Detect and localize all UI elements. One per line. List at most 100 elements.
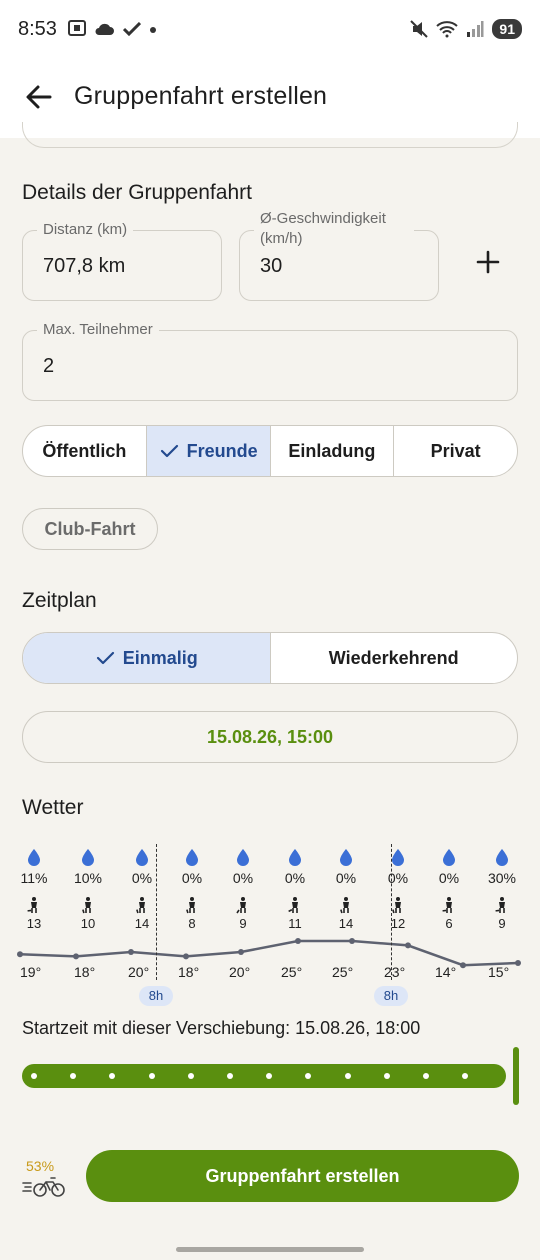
add-icon[interactable] [474,248,502,276]
back-arrow-icon[interactable] [22,80,56,114]
rain-drop-icon [392,849,404,866]
check-icon [122,21,141,37]
wind-speed-value: 11 [288,916,302,931]
previous-field-edge[interactable] [22,122,518,148]
cyclist-wind-icon [186,897,195,914]
schedule-option-recurring[interactable]: Wiederkehrend [269,633,518,683]
precipitation-value: 0% [181,870,203,886]
visibility-option-public[interactable]: Öffentlich [23,426,146,476]
slider-step-dot [227,1073,233,1079]
check-icon [160,444,178,458]
max-participants-label: Max. Teilnehmer [37,321,159,339]
weather-forecast[interactable]: 8h 8h 11% 13 19° 10% 10 18° 0% 14 20° 0% 8 18° 0% 9 20… [0,840,540,1010]
weather-hour-column: 30% 9 [476,840,528,931]
temperature-value: 14° [435,964,457,980]
schedule-option-label: Einmalig [122,647,198,668]
cyclist-wind-icon [27,897,37,913]
temperature-point [17,951,23,958]
wind-speed-value: 9 [239,916,247,931]
wind-speed-value: 14 [338,916,354,931]
speed-field[interactable]: Ø-Geschwindigkeit (km/h) 30 [239,209,439,301]
max-participants-field[interactable]: Max. Teilnehmer 2 [22,321,518,401]
precipitation-value: 10% [73,870,103,886]
rain-drop-icon [82,849,94,866]
precipitation-value: 0% [387,870,409,886]
cyclist-wind-icon [288,897,298,913]
precipitation-value: 0% [232,870,254,886]
precipitation-value: 0% [438,870,460,886]
weather-hour-column: 0% 11 [269,840,321,931]
precipitation-value: 30% [487,870,517,886]
distance-value: 707,8 km [43,255,126,277]
rain-drop-icon [186,849,198,866]
shift-badge: 8h [374,986,408,1006]
visibility-option-label: Privat [430,440,481,461]
weather-hour-column: 0% 14 [320,840,372,931]
cyclist-wind-icon [236,897,246,914]
cyclist-wind-icon [136,897,145,914]
visibility-option-label: Freunde [186,440,258,461]
ebike-battery-level: 53% [26,1158,55,1174]
date-time-picker-button[interactable]: 15.08.26, 15:00 [22,711,518,763]
shifted-start-text: Startzeit mit dieser Verschiebung: 15.08… [22,1018,421,1038]
speed-value: 30 [260,255,283,277]
weather-hour-column: 0% 9 [217,840,269,931]
wifi-icon [436,21,459,38]
rain-drop-icon [28,849,40,866]
slider-step-dot [148,1073,155,1079]
weather-hour-column: 0% 12 [372,840,424,931]
check-icon [96,651,114,665]
slider-step-dot [344,1073,351,1079]
wind-speed-value: 9 [498,916,506,931]
mute-icon [410,20,429,38]
time-shift-slider[interactable] [22,1064,506,1088]
create-group-ride-button[interactable]: Gruppenfahrt erstellen [86,1150,519,1202]
status-time: 8:53 [18,18,57,40]
temperature-point [349,938,355,944]
visibility-option-label: Einladung [288,440,376,461]
speed-label: Ø-Geschwindigkeit (km/h) [254,209,414,249]
temperature-value: 20° [128,964,150,980]
weather-hour-column: 0% 8 [166,840,218,931]
visibility-option-private[interactable]: Privat [393,426,517,476]
wind-speed-value: 13 [26,916,42,931]
precipitation-value: 0% [335,870,357,886]
cyclist-wind-icon [442,897,452,913]
time-shift-slider-handle[interactable] [513,1047,519,1105]
wind-speed-value: 6 [445,916,453,931]
rain-drop-icon [496,849,508,866]
precipitation-value: 0% [284,870,306,886]
shift-badge: 8h [139,986,173,1006]
wind-speed-value: 10 [80,916,96,931]
temperature-value: 18° [178,964,200,980]
distance-label: Distanz (km) [37,221,134,239]
distance-field[interactable]: Distanz (km) 707,8 km [22,221,222,301]
temperature-point [73,953,79,960]
visibility-option-friends[interactable]: Freunde [145,426,270,476]
club-ride-chip[interactable]: Club-Fahrt [22,508,158,550]
temperature-point [238,949,244,955]
slider-step-dot [383,1073,390,1079]
rain-drop-icon [340,849,352,866]
temperature-curve [19,939,519,967]
notification-icons [68,20,157,41]
slider-step-dot [462,1073,469,1079]
rain-drop-icon [289,849,301,866]
temperature-point [405,942,411,949]
weather-hour-column: 11% 13 [8,840,60,931]
temperature-point [183,953,189,960]
temperature-value: 18° [74,964,96,980]
slider-step-dot [266,1073,273,1079]
temperature-value: 19° [20,964,42,980]
weather-section-title: Wetter [22,796,84,819]
slider-step-dot [70,1073,77,1079]
wind-speed-value: 8 [188,916,196,931]
cyclist-wind-icon [82,897,91,914]
schedule-option-once[interactable]: Einmalig [23,633,270,683]
slider-step-dot [305,1073,312,1079]
visibility-option-invitation[interactable]: Einladung [269,426,394,476]
ebike-icon [22,1177,65,1197]
signal-icon [467,21,484,37]
slider-step-dot [187,1073,194,1079]
wind-speed-value: 14 [134,916,150,931]
